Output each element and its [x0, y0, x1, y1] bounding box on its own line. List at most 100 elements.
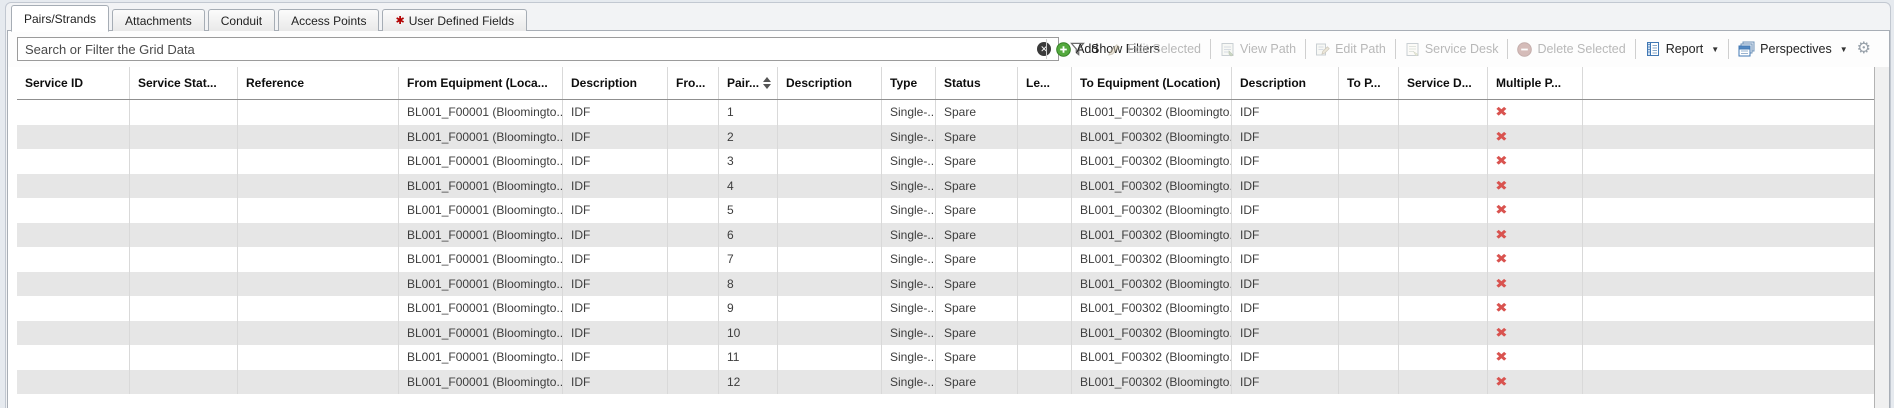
search-input[interactable] [17, 37, 1059, 61]
grid-cell: IDF [563, 149, 668, 174]
column-header-description[interactable]: Description [778, 67, 882, 99]
column-header-description[interactable]: Description [563, 67, 668, 99]
grid-cell: Single-... [882, 100, 936, 125]
tab-conduit[interactable]: Conduit [208, 9, 275, 31]
column-header-service-stat[interactable]: Service Stat... [130, 67, 238, 99]
toolbar-separator [1395, 39, 1396, 59]
grid-cell: 5 [719, 198, 778, 223]
grid-cell: IDF [1232, 272, 1339, 297]
grid-cell [238, 174, 399, 199]
multiple-pairs-x-icon: ✖ [1495, 129, 1508, 145]
service-desk-button[interactable]: Service Desk [1405, 42, 1499, 57]
tab-attachments[interactable]: Attachments [112, 9, 205, 31]
grid-cell: Spare [936, 370, 1018, 395]
column-header-service-d[interactable]: Service D... [1399, 67, 1488, 99]
table-row[interactable]: BL001_F00001 (Bloomingto...IDF5Single-..… [17, 198, 1875, 223]
view-path-button[interactable]: View Path [1220, 42, 1296, 57]
grid-cell [668, 272, 719, 297]
column-header-fro[interactable]: Fro... [668, 67, 719, 99]
table-row[interactable]: BL001_F00001 (Bloomingto...IDF3Single-..… [17, 149, 1875, 174]
grid-cell [668, 100, 719, 125]
grid-cell [1339, 321, 1399, 346]
button-label: Delete Selected [1537, 42, 1625, 56]
grid-cell [238, 125, 399, 150]
grid-cell: Single-... [882, 272, 936, 297]
grid-cell [130, 272, 238, 297]
report-icon [1645, 41, 1661, 57]
grid-cell: IDF [1232, 345, 1339, 370]
grid-cell: BL001_F00001 (Bloomingto... [399, 100, 563, 125]
table-row[interactable]: BL001_F00001 (Bloomingto...IDF8Single-..… [17, 272, 1875, 297]
grid-cell: ✖ [1488, 149, 1583, 174]
grid-cell: Single-... [882, 125, 936, 150]
grid-cell: IDF [1232, 223, 1339, 248]
vertical-scrollbar-track[interactable] [1874, 67, 1889, 408]
grid-cell [668, 247, 719, 272]
delete-selected-button[interactable]: Delete Selected [1517, 42, 1625, 57]
report-button[interactable]: Report▼ [1645, 41, 1719, 57]
action-bar: Add Edit Selected View Path Edit Path Servic… [1046, 31, 1871, 67]
grid-cell [1018, 247, 1072, 272]
edit-path-button[interactable]: Edit Path [1315, 42, 1386, 57]
table-row[interactable]: BL001_F00001 (Bloomingto...IDF4Single-..… [17, 174, 1875, 199]
column-header-status[interactable]: Status [936, 67, 1018, 99]
column-header-multiple-p[interactable]: Multiple P... [1488, 67, 1583, 99]
grid-cell [17, 370, 130, 395]
column-header-from-equipment-loca[interactable]: From Equipment (Loca... [399, 67, 563, 99]
grid-cell: IDF [1232, 174, 1339, 199]
table-row[interactable]: BL001_F00001 (Bloomingto...IDF11Single-.… [17, 345, 1875, 370]
gear-icon[interactable]: ⚙ [1857, 41, 1871, 57]
column-header-pair[interactable]: Pair... [719, 67, 778, 99]
grid-cell: IDF [563, 198, 668, 223]
grid-cell: Spare [936, 198, 1018, 223]
table-row[interactable]: BL001_F00001 (Bloomingto...IDF7Single-..… [17, 247, 1875, 272]
grid-cell: BL001_F00302 (Bloomingto... [1072, 296, 1232, 321]
toolbar-separator [1507, 39, 1508, 59]
table-row[interactable]: BL001_F00001 (Bloomingto...IDF10Single-.… [17, 321, 1875, 346]
grid-cell [668, 174, 719, 199]
table-row[interactable]: BL001_F00001 (Bloomingto...IDF9Single-..… [17, 296, 1875, 321]
grid-cell [1339, 345, 1399, 370]
tab-label: Attachments [125, 14, 192, 28]
grid-cell: 1 [719, 100, 778, 125]
toolbar-separator [1046, 39, 1047, 59]
grid-cell [1339, 174, 1399, 199]
toolbar: ✕ Show Filters AddEdit SelectedView Path… [8, 31, 1889, 67]
grid-cell: Single-... [882, 198, 936, 223]
tab-access-points[interactable]: Access Points [278, 9, 379, 31]
required-asterisk-icon: ✱ [395, 14, 404, 27]
column-header-service-id[interactable]: Service ID [17, 67, 130, 99]
grid-cell [238, 100, 399, 125]
grid-cell [130, 198, 238, 223]
column-header-le[interactable]: Le... [1018, 67, 1072, 99]
grid-cell: IDF [563, 345, 668, 370]
grid-cell [1399, 321, 1488, 346]
table-row[interactable]: BL001_F00001 (Bloomingto...IDF12Single-.… [17, 370, 1875, 395]
tab-user-defined-fields[interactable]: ✱User Defined Fields [382, 9, 527, 31]
table-row[interactable]: BL001_F00001 (Bloomingto...IDF1Single-..… [17, 100, 1875, 125]
table-row[interactable]: BL001_F00001 (Bloomingto...IDF2Single-..… [17, 125, 1875, 150]
tab-pairs-strands[interactable]: Pairs/Strands [11, 5, 109, 32]
grid-cell [778, 174, 882, 199]
add-button[interactable]: Add [1056, 42, 1098, 57]
toolbar-separator [1210, 39, 1211, 59]
grid-cell [1018, 345, 1072, 370]
multiple-pairs-x-icon: ✖ [1495, 276, 1508, 292]
column-header-label: Type [890, 76, 917, 90]
sort-indicator-icon[interactable] [763, 77, 773, 89]
column-header-type[interactable]: Type [882, 67, 936, 99]
grid-cell: IDF [563, 174, 668, 199]
edit-selected-button[interactable]: Edit Selected [1107, 42, 1201, 57]
table-row[interactable]: BL001_F00001 (Bloomingto...IDF6Single-..… [17, 223, 1875, 248]
perspectives-button[interactable]: Perspectives▼ [1738, 41, 1847, 57]
column-header-to-equipment-location[interactable]: To Equipment (Location) [1072, 67, 1232, 99]
column-header-reference[interactable]: Reference [238, 67, 399, 99]
column-header-label: Fro... [676, 76, 705, 90]
grid-cell [130, 174, 238, 199]
grid-cell [668, 149, 719, 174]
grid-cell: BL001_F00302 (Bloomingto... [1072, 345, 1232, 370]
pairs-strands-screen: Pairs/Strands Attachments ConduitAccess Po… [0, 0, 1894, 408]
column-header-description[interactable]: Description [1232, 67, 1339, 99]
column-header-to-p[interactable]: To P... [1339, 67, 1399, 99]
button-label: Edit Selected [1127, 42, 1201, 56]
